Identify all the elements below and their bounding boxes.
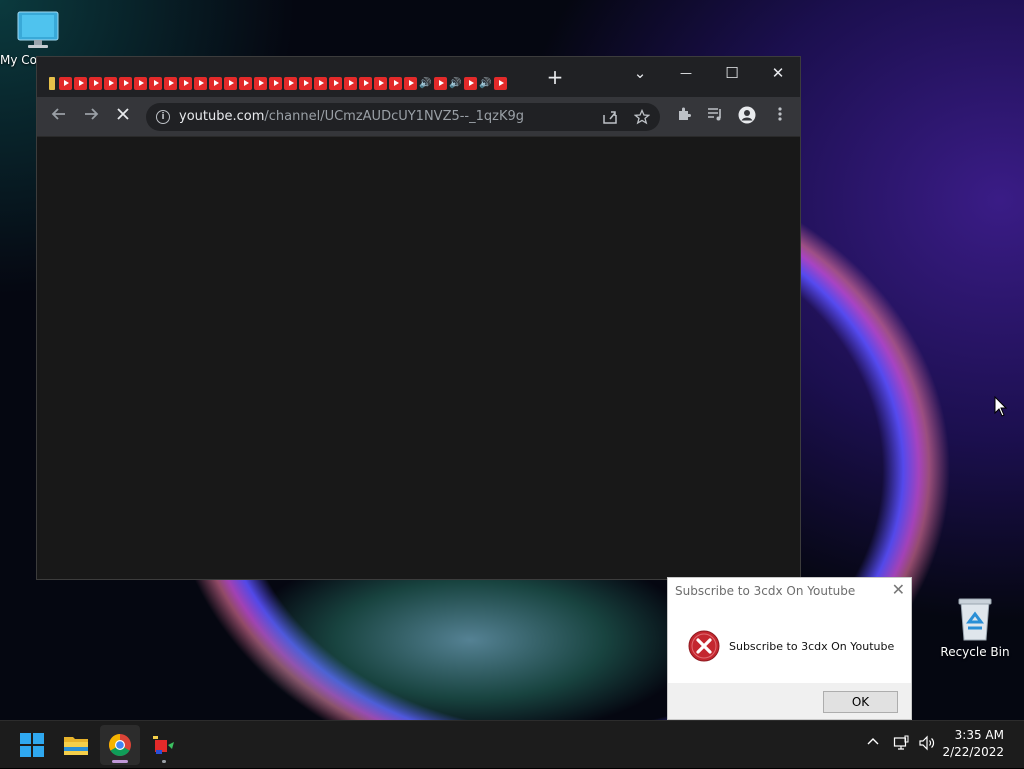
clock-time: 3:35 AM: [954, 728, 1004, 742]
info-icon[interactable]: i: [156, 110, 170, 124]
browser-toolbar: i youtube.com/channel/UCmzAUDcUY1NVZ5--_…: [37, 97, 800, 137]
address-bar[interactable]: i youtube.com/channel/UCmzAUDcUY1NVZ5--_…: [146, 103, 660, 131]
url-path: /channel/UCmzAUDcUY1NVZ5--_1qzK9g: [264, 109, 525, 124]
youtube-tab-icon[interactable]: [464, 76, 477, 90]
taskbar-app[interactable]: [144, 725, 184, 765]
dialog-footer: OK: [668, 683, 911, 719]
ok-button[interactable]: OK: [823, 691, 898, 713]
audio-playing-icon[interactable]: 🔊: [479, 77, 492, 90]
browser-titlebar: 🔊 🔊 🔊 + ⌄ — ☐ ✕: [37, 57, 800, 97]
youtube-tab-icon[interactable]: [344, 76, 357, 90]
youtube-tab-icon[interactable]: [74, 76, 87, 90]
tab-favicon-icon[interactable]: [49, 76, 55, 90]
close-button[interactable]: ✕: [765, 63, 791, 83]
maximize-button[interactable]: ☐: [719, 63, 745, 83]
tab-strip[interactable]: 🔊 🔊 🔊: [49, 73, 509, 93]
youtube-tab-icon[interactable]: [389, 76, 402, 90]
youtube-tab-icon[interactable]: [209, 76, 222, 90]
share-icon[interactable]: [602, 109, 618, 129]
youtube-tab-icon[interactable]: [164, 76, 177, 90]
page-content[interactable]: [37, 137, 800, 579]
chevron-up-icon[interactable]: [866, 735, 880, 753]
taskbar-chrome[interactable]: [100, 725, 140, 765]
youtube-tab-icon[interactable]: [194, 76, 207, 90]
taskbar-clock[interactable]: 3:35 AM 2/22/2022: [936, 727, 1004, 761]
taskbar-file-explorer[interactable]: [56, 725, 96, 765]
youtube-tab-icon[interactable]: [299, 76, 312, 90]
app-icon: [153, 736, 174, 754]
media-icon[interactable]: [704, 106, 726, 128]
start-icon: [20, 733, 44, 757]
volume-icon[interactable]: [918, 735, 936, 755]
desktop-icon-label: Recycle Bin: [940, 645, 1010, 659]
audio-playing-icon[interactable]: 🔊: [419, 77, 432, 90]
new-tab-button[interactable]: +: [545, 67, 565, 87]
file-explorer-icon: [64, 737, 88, 755]
active-indicator: [112, 760, 128, 763]
tab-search-button[interactable]: ⌄: [627, 63, 653, 83]
url-host: youtube.com: [179, 109, 265, 124]
youtube-tab-icon[interactable]: [179, 76, 192, 90]
youtube-tab-icon[interactable]: [104, 76, 117, 90]
youtube-tab-icon[interactable]: [254, 76, 267, 90]
youtube-tab-icon[interactable]: [269, 76, 282, 90]
browser-window: 🔊 🔊 🔊 + ⌄ — ☐ ✕ i youtube.com/channel/UCmz…: [36, 56, 801, 580]
arrow-left-icon[interactable]: [48, 106, 70, 128]
url-text[interactable]: youtube.com/channel/UCmzAUDcUY1NVZ5--_1q…: [179, 103, 524, 131]
running-indicator: [162, 760, 166, 763]
youtube-tab-icon[interactable]: [404, 76, 417, 90]
youtube-tab-icon[interactable]: [359, 76, 372, 90]
stop-icon[interactable]: [112, 106, 134, 128]
close-icon[interactable]: ✕: [892, 580, 905, 599]
extensions-icon[interactable]: [673, 106, 695, 128]
youtube-tab-icon[interactable]: [284, 76, 297, 90]
chrome-icon: [109, 734, 131, 756]
recycle-bin-icon: [958, 598, 992, 641]
youtube-tab-icon[interactable]: [59, 76, 72, 90]
start-button[interactable]: [12, 725, 52, 765]
profile-icon[interactable]: [736, 106, 758, 128]
youtube-tab-icon[interactable]: [239, 76, 252, 90]
arrow-right-icon[interactable]: [80, 106, 102, 128]
star-icon[interactable]: [633, 108, 651, 129]
mouse-cursor-icon: [994, 396, 1008, 417]
dialog-body: Subscribe to 3cdx On Youtube: [668, 608, 911, 685]
youtube-tab-icon[interactable]: [329, 76, 342, 90]
youtube-tab-icon[interactable]: [374, 76, 387, 90]
menu-icon[interactable]: [769, 106, 791, 128]
youtube-tab-icon[interactable]: [134, 76, 147, 90]
error-icon: [688, 630, 720, 662]
network-icon[interactable]: [893, 735, 909, 755]
youtube-tab-icon[interactable]: [224, 76, 237, 90]
dialog-title: Subscribe to 3cdx On Youtube: [675, 584, 856, 598]
youtube-tab-icon[interactable]: [314, 76, 327, 90]
monitor-icon: [17, 11, 59, 48]
youtube-tab-icon[interactable]: [434, 76, 447, 90]
youtube-tab-icon[interactable]: [149, 76, 162, 90]
youtube-tab-icon[interactable]: [119, 76, 132, 90]
message-dialog: Subscribe to 3cdx On Youtube ✕ Subscribe…: [667, 577, 912, 720]
clock-date: 2/22/2022: [942, 745, 1004, 759]
minimize-button[interactable]: —: [673, 63, 699, 83]
dialog-message: Subscribe to 3cdx On Youtube: [729, 640, 895, 653]
youtube-tab-icon[interactable]: [494, 76, 507, 90]
taskbar: 3:35 AM 2/22/2022: [0, 720, 1024, 768]
desktop-icon-recycle-bin[interactable]: Recycle Bin: [940, 596, 1010, 659]
youtube-tab-icon[interactable]: [89, 76, 102, 90]
audio-playing-icon[interactable]: 🔊: [449, 77, 462, 90]
